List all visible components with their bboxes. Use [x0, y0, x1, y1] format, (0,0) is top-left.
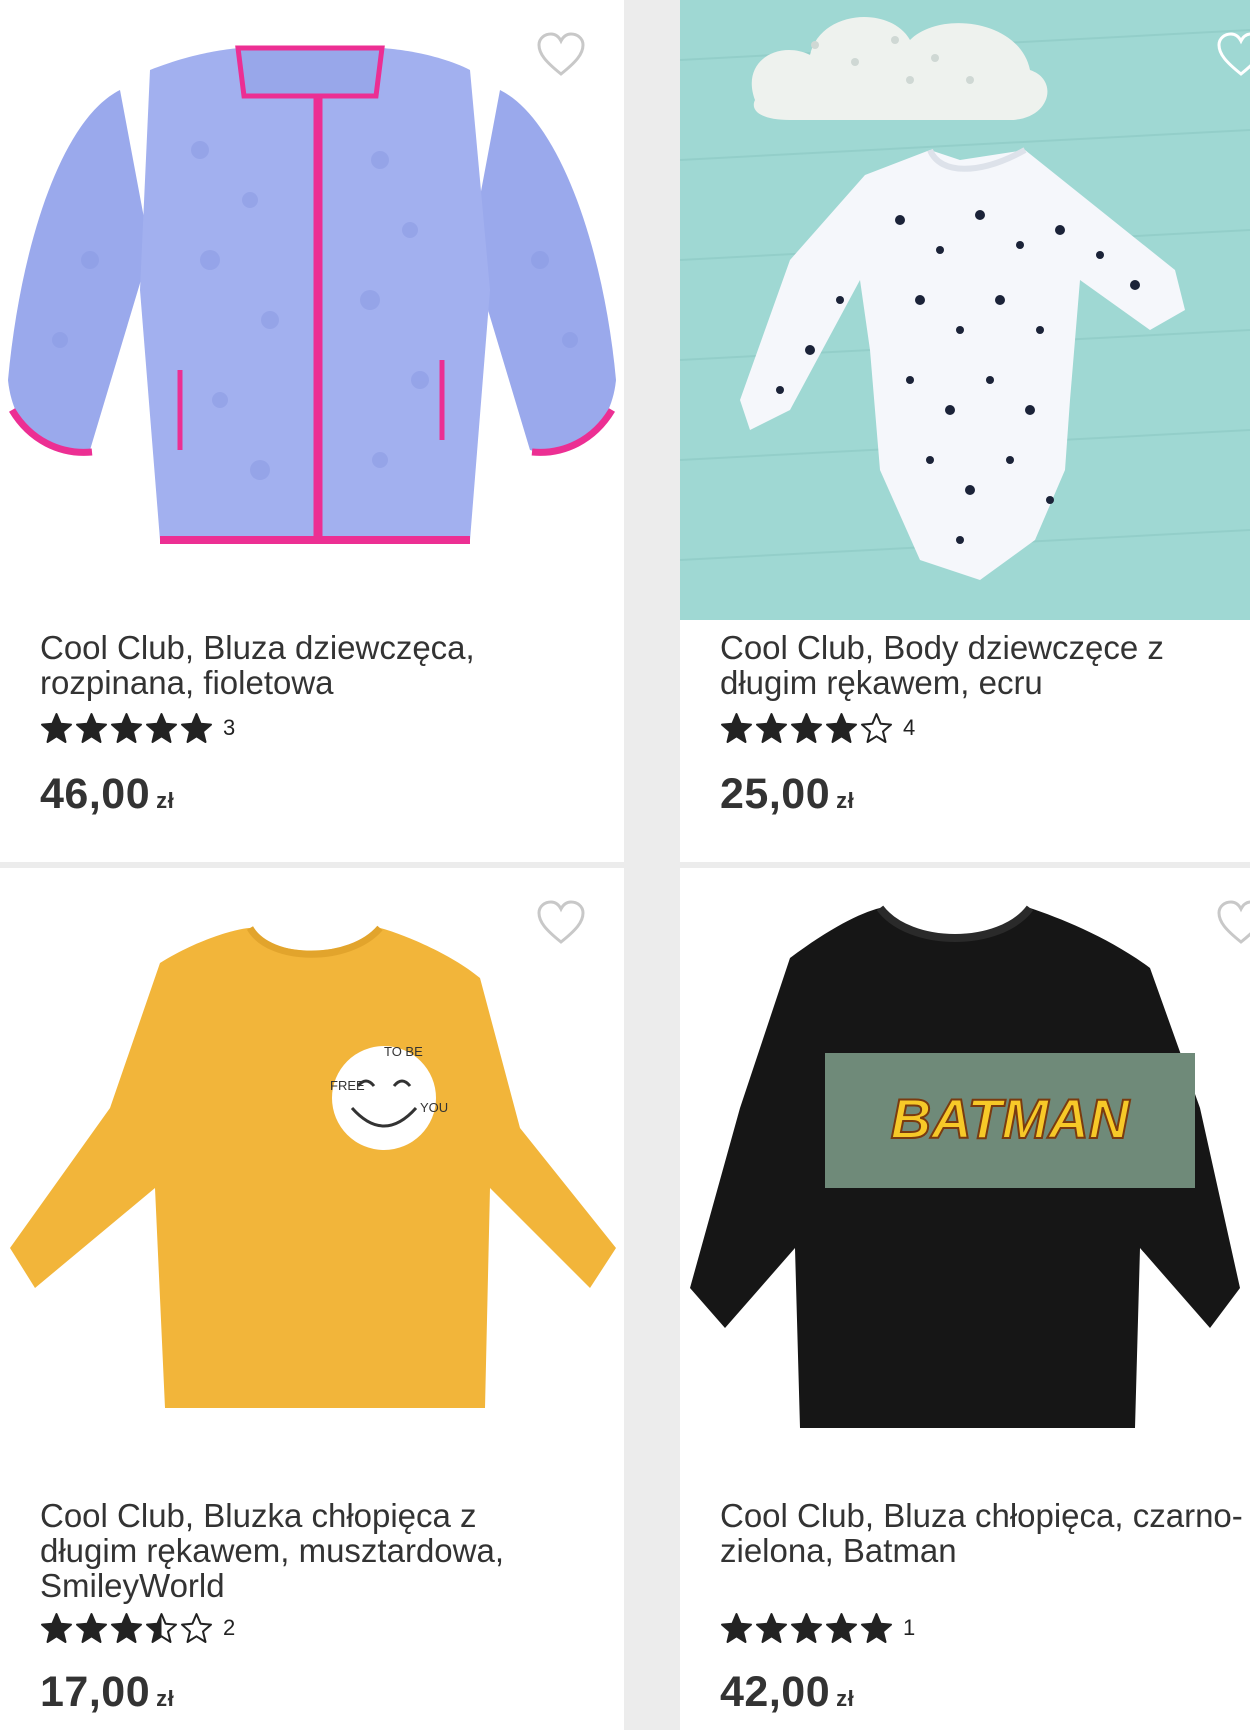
star-filled-icon	[41, 1612, 72, 1643]
stars	[720, 1612, 893, 1645]
patterned-bodysuit-image[interactable]	[680, 0, 1250, 620]
review-count: 3	[223, 715, 236, 740]
price: 42,00 zł	[720, 1668, 854, 1717]
print-text-you: YOU	[420, 1100, 448, 1115]
star-filled-icon	[111, 712, 142, 743]
favorite-heart-icon[interactable]	[1216, 900, 1250, 946]
product-card[interactable]: Cool Club, Body dziewczęce z długim ręka…	[680, 0, 1250, 862]
price: 17,00 zł	[40, 1668, 174, 1717]
stars	[720, 712, 893, 745]
product-name[interactable]: Cool Club, Bluzka chłopięca z długim ręk…	[40, 1498, 570, 1603]
review-count: 4	[903, 715, 916, 740]
stars	[40, 712, 213, 745]
star-filled-icon	[756, 1612, 787, 1643]
star-filled-icon	[721, 1612, 752, 1643]
star-filled-icon	[826, 1612, 857, 1643]
rating-stars: 2	[40, 1612, 235, 1644]
currency: zł	[156, 1686, 175, 1711]
review-count: 1	[903, 1615, 916, 1640]
price-value: 46,00	[40, 770, 151, 818]
star-filled-icon	[791, 712, 822, 743]
product-card[interactable]: Cool Club, Bluza dziewczęca, rozpinana, …	[0, 0, 624, 862]
star-filled-icon	[721, 712, 752, 743]
product-name[interactable]: Cool Club, Bluza dziewczęca, rozpinana, …	[40, 630, 570, 700]
star-filled-icon	[146, 712, 177, 743]
currency: zł	[836, 788, 855, 813]
print-text-to-be: TO BE	[384, 1044, 423, 1059]
currency: zł	[836, 1686, 855, 1711]
product-name[interactable]: Cool Club, Bluza chłopięca, czarno-zielo…	[720, 1498, 1250, 1568]
product-card[interactable]: BATMAN Cool Club, Bluza chłopięca, czarn…	[680, 868, 1250, 1730]
price-value: 42,00	[720, 1668, 831, 1716]
mustard-smiley-shirt-image[interactable]: FREE TO BE YOU	[0, 868, 624, 1488]
product-card[interactable]: FREE TO BE YOU Cool Club, Bluzka chłopię…	[0, 868, 624, 1730]
stars	[40, 1612, 213, 1645]
favorite-heart-icon[interactable]	[1216, 32, 1250, 78]
star-filled-icon	[861, 1612, 892, 1643]
price-value: 25,00	[720, 770, 831, 818]
star-filled-icon	[41, 712, 72, 743]
price: 25,00 zł	[720, 770, 854, 819]
rating-stars: 1	[720, 1612, 915, 1644]
review-count: 2	[223, 1615, 236, 1640]
star-filled-icon	[76, 1612, 107, 1643]
currency: zł	[156, 788, 175, 813]
rating-stars: 3	[40, 712, 235, 744]
rating-stars: 4	[720, 712, 915, 744]
print-text-batman: BATMAN	[891, 1087, 1131, 1150]
star-half-icon	[146, 1612, 177, 1643]
product-name[interactable]: Cool Club, Body dziewczęce z długim ręka…	[720, 630, 1250, 700]
batman-sweatshirt-image[interactable]: BATMAN	[680, 868, 1250, 1488]
star-filled-icon	[756, 712, 787, 743]
star-outline-icon	[181, 1612, 212, 1643]
price: 46,00 zł	[40, 770, 174, 819]
star-filled-icon	[181, 712, 212, 743]
star-filled-icon	[76, 712, 107, 743]
favorite-heart-icon[interactable]	[536, 32, 586, 78]
print-text-free: FREE	[330, 1078, 365, 1093]
purple-fleece-jacket-image[interactable]	[0, 0, 624, 620]
star-outline-icon	[861, 712, 892, 743]
price-value: 17,00	[40, 1668, 151, 1716]
star-filled-icon	[826, 712, 857, 743]
star-filled-icon	[111, 1612, 142, 1643]
favorite-heart-icon[interactable]	[536, 900, 586, 946]
star-filled-icon	[791, 1612, 822, 1643]
